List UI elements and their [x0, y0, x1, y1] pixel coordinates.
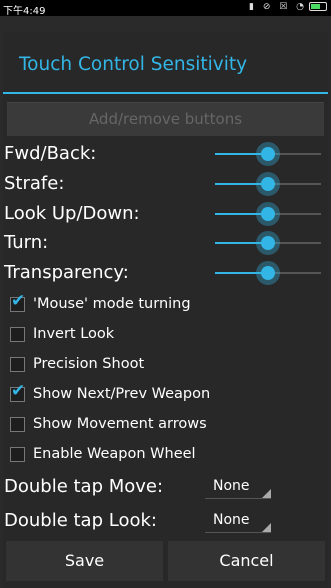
- checkmark-icon: ✔: [11, 381, 26, 401]
- checkbox[interactable]: ✔: [10, 327, 25, 342]
- slider-label: Transparency:: [4, 262, 129, 283]
- slider-row: Look Up/Down:: [3, 199, 328, 229]
- dialog-title: Touch Control Sensitivity: [19, 54, 248, 75]
- status-icons-glyphs: ▮ ⊘ ☒ ◔: [249, 2, 307, 12]
- status-bar: 下午4:49 ▮ ⊘ ☒ ◔: [0, 0, 331, 17]
- checkbox[interactable]: ✔: [10, 383, 25, 402]
- slider-thumb[interactable]: [256, 172, 280, 196]
- dropdown-arrow-icon: [262, 523, 271, 532]
- slider-thumb[interactable]: [256, 202, 280, 226]
- checkbox-row[interactable]: ✔ Precision Shoot: [3, 349, 328, 379]
- slider-label: Look Up/Down:: [4, 203, 140, 224]
- slider-label: Turn:: [4, 232, 49, 253]
- dropdown-arrow-icon: [262, 489, 271, 498]
- checkbox[interactable]: ✔: [10, 447, 25, 462]
- checkbox-row[interactable]: ✔ Enable Weapon Wheel: [3, 439, 328, 469]
- checkbox-row[interactable]: ✔ 'Mouse' mode turning: [3, 289, 328, 319]
- dropdown-row: Double tap Look: None: [3, 505, 328, 537]
- dropdown-underline: [205, 532, 271, 533]
- battery-icon: [309, 2, 327, 11]
- checkbox-label: Show Next/Prev Weapon: [33, 386, 211, 402]
- checkmark-icon: ✔: [11, 291, 26, 311]
- status-time: 下午4:49: [3, 6, 46, 17]
- dropdown-row: Double tap Move: None: [3, 471, 328, 503]
- dropdown-label: Double tap Look:: [4, 510, 157, 531]
- checkbox-label: 'Mouse' mode turning: [33, 296, 191, 312]
- status-icons: ▮ ⊘ ☒ ◔: [249, 2, 327, 12]
- checkbox[interactable]: ✔: [10, 357, 25, 372]
- slider-label: Fwd/Back:: [4, 143, 97, 164]
- slider-thumb[interactable]: [256, 231, 280, 255]
- dropdown-value: None: [213, 478, 250, 494]
- slider-thumb[interactable]: [256, 261, 280, 285]
- dropdown-underline: [205, 498, 271, 499]
- double-tap-select[interactable]: None: [205, 473, 271, 499]
- checkbox-row[interactable]: ✔ Show Next/Prev Weapon: [3, 379, 328, 409]
- checkbox-row[interactable]: ✔ Invert Look: [3, 319, 328, 349]
- checkbox-label: Invert Look: [33, 326, 115, 342]
- slider-label: Strafe:: [4, 173, 65, 194]
- dropdown-label: Double tap Move:: [4, 476, 164, 497]
- sensitivity-dialog: Touch Control Sensitivity Add/remove but…: [3, 32, 328, 588]
- save-button[interactable]: Save: [6, 541, 163, 581]
- add-remove-buttons-button[interactable]: Add/remove buttons: [7, 102, 324, 136]
- checkbox-label: Precision Shoot: [33, 356, 145, 372]
- checkbox[interactable]: ✔: [10, 293, 25, 312]
- checkbox[interactable]: ✔: [10, 417, 25, 432]
- slider-row: Strafe:: [3, 169, 328, 199]
- checkbox-label: Show Movement arrows: [33, 416, 207, 432]
- checkbox-label: Enable Weapon Wheel: [33, 446, 196, 462]
- slider-row: Turn:: [3, 228, 328, 258]
- dropdown-value: None: [213, 512, 250, 528]
- slider-thumb[interactable]: [256, 142, 280, 166]
- slider-row: Transparency:: [3, 258, 328, 288]
- checkbox-row[interactable]: ✔ Show Movement arrows: [3, 409, 328, 439]
- title-divider: [3, 92, 328, 94]
- cancel-button[interactable]: Cancel: [168, 541, 325, 581]
- double-tap-select[interactable]: None: [205, 507, 271, 533]
- slider-row: Fwd/Back:: [3, 139, 328, 169]
